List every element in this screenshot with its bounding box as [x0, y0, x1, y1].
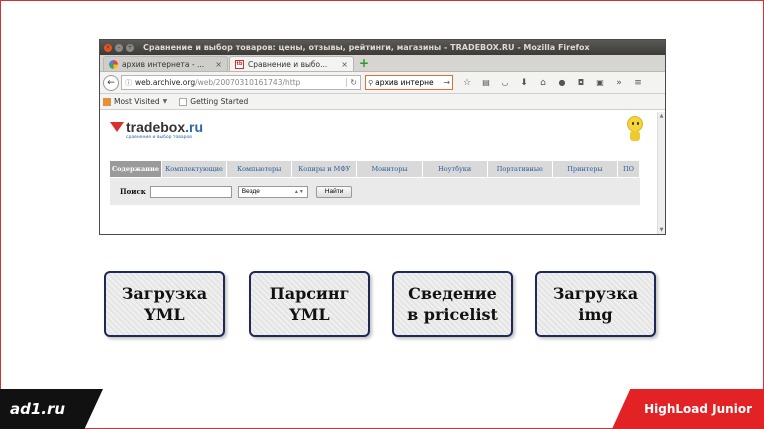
menu-icon[interactable]: ≡ [630, 75, 646, 91]
tab-label: архив интернета - ... [122, 59, 205, 69]
site-info-icon[interactable]: ⓘ [125, 78, 132, 88]
site-nav-item-software[interactable]: ПО [618, 161, 640, 177]
site-search-input[interactable] [149, 185, 232, 198]
site-search-label: Поиск [120, 187, 146, 196]
overflow-icon[interactable]: » [611, 75, 627, 91]
site-nav-item-computers[interactable]: Компьютеры [227, 161, 293, 177]
step-load-yml: Загрузка YML [104, 271, 225, 337]
search-go-icon[interactable]: → [443, 78, 450, 87]
site-nav: Содержание Комплектующие Компьютеры Копи… [110, 161, 640, 177]
home-icon[interactable]: ⌂ [535, 75, 551, 91]
reading-list-icon[interactable]: ▤ [478, 75, 494, 91]
search-value: архив интерне [375, 78, 434, 87]
tradebox-icon: tb [235, 59, 244, 69]
site-nav-item-contents[interactable]: Содержание [110, 161, 162, 177]
shield-icon[interactable]: ◘ [573, 75, 589, 91]
logo-arrow-icon [110, 122, 124, 136]
bookmark-star-icon[interactable]: ☆ [459, 75, 475, 91]
navigation-bar: ← ⓘ web.archive.org /web/20070310161743/… [100, 72, 665, 94]
back-arrow-icon[interactable]: ← [103, 74, 119, 91]
mascot-icon [623, 116, 645, 142]
url-bar[interactable]: ⓘ web.archive.org /web/20070310161743/ht… [121, 75, 361, 90]
bookmark-label: Most Visited [114, 97, 160, 106]
site-search-scope-select[interactable]: Везде ▲▼ [237, 185, 308, 198]
chevron-down-icon: ▼ [162, 98, 168, 105]
maximize-window-icon[interactable]: + [126, 43, 134, 52]
close-tab-icon[interactable]: × [215, 60, 222, 69]
bookmark-getting-started[interactable]: Getting Started [179, 97, 248, 106]
site-nav-item-printers[interactable]: Принтеры [553, 161, 618, 177]
step-line-1: Парсинг [269, 284, 350, 303]
tab-strip: архив интернета - ... × tb Сравнение и в… [100, 55, 665, 72]
url-domain: web.archive.org [135, 78, 196, 87]
close-window-icon[interactable]: × [104, 43, 112, 52]
step-line-2: img [578, 305, 613, 324]
site-search-row: Поиск Везде ▲▼ Найти [110, 178, 640, 205]
pocket-icon[interactable]: ◡ [497, 75, 513, 91]
step-line-1: Загрузка [121, 284, 208, 303]
site-nav-item-portable[interactable]: Портативные [488, 161, 553, 177]
ad1-logo-text: ad1.ru [10, 400, 66, 418]
highload-junior-logo-text: HighLoad Junior [644, 402, 752, 416]
folder-icon [103, 97, 111, 106]
window-titlebar: × – + Сравнение и выбор товаров: цены, о… [100, 40, 665, 55]
firefox-window: × – + Сравнение и выбор товаров: цены, о… [99, 39, 666, 235]
download-icon[interactable]: ⬇ [516, 75, 532, 91]
page-content: tradebox.ru сравнение и выбор товаров Со… [100, 112, 657, 234]
site-nav-item-components[interactable]: Комплектующие [162, 161, 228, 177]
window-title: Сравнение и выбор товаров: цены, отзывы,… [143, 43, 590, 52]
scroll-up-icon[interactable]: ▲ [658, 112, 665, 120]
step-merge-pricelist: Сведение в pricelist [392, 271, 513, 337]
logo-name: tradebox [126, 119, 186, 135]
step-line-1: Сведение [408, 284, 497, 303]
scroll-down-icon[interactable]: ▼ [658, 226, 665, 234]
bookmarks-toolbar: Most Visited ▼ Getting Started [100, 94, 665, 110]
step-line-2: YML [289, 305, 330, 324]
search-icon: ⚲ [368, 78, 374, 87]
site-nav-item-copiers[interactable]: Копиры и МФУ [292, 161, 358, 177]
site-nav-item-monitors[interactable]: Мониторы [357, 161, 423, 177]
minimize-window-icon[interactable]: – [115, 43, 123, 52]
step-load-img: Загрузка img [535, 271, 656, 337]
new-tab-icon[interactable]: + [359, 56, 369, 71]
step-line-2: в pricelist [407, 305, 498, 324]
highload-junior-logo: HighLoad Junior [612, 389, 764, 429]
extension-icon[interactable]: ▣ [592, 75, 608, 91]
tab-tradebox[interactable]: tb Сравнение и выбо... × [229, 56, 354, 71]
url-path: /web/20070310161743/http [195, 78, 301, 87]
tab-archive-search[interactable]: архив интернета - ... × [103, 56, 228, 71]
select-arrows-icon: ▲▼ [293, 188, 304, 195]
page-icon [179, 97, 188, 106]
toolbar-icons: ☆ ▤ ◡ ⬇ ⌂ ● ◘ ▣ » ≡ [459, 75, 649, 91]
bookmark-label: Getting Started [190, 97, 249, 106]
site-search-scope-value: Везде [241, 188, 260, 195]
site-search-button[interactable]: Найти [315, 185, 353, 198]
logo-tagline: сравнение и выбор товаров [126, 135, 192, 140]
search-bar[interactable]: ⚲ архив интерне → [365, 75, 453, 90]
step-line-1: Загрузка [552, 284, 639, 303]
tab-label: Сравнение и выбо... [248, 59, 328, 69]
site-logo[interactable]: tradebox.ru сравнение и выбор товаров [110, 120, 203, 140]
close-tab-icon[interactable]: × [341, 60, 348, 69]
ad1-logo: ad1.ru [0, 389, 103, 429]
site-nav-item-notebooks[interactable]: Ноутбуки [423, 161, 488, 177]
google-icon [109, 59, 118, 69]
chat-icon[interactable]: ● [554, 75, 570, 91]
logo-domain: .ru [185, 119, 204, 135]
step-line-2: YML [144, 305, 185, 324]
step-parse-yml: Парсинг YML [249, 271, 370, 337]
reload-icon[interactable]: ↻ [346, 78, 357, 87]
bookmark-most-visited[interactable]: Most Visited ▼ [103, 97, 167, 106]
page-scrollbar[interactable]: ▲ ▼ [657, 112, 665, 234]
